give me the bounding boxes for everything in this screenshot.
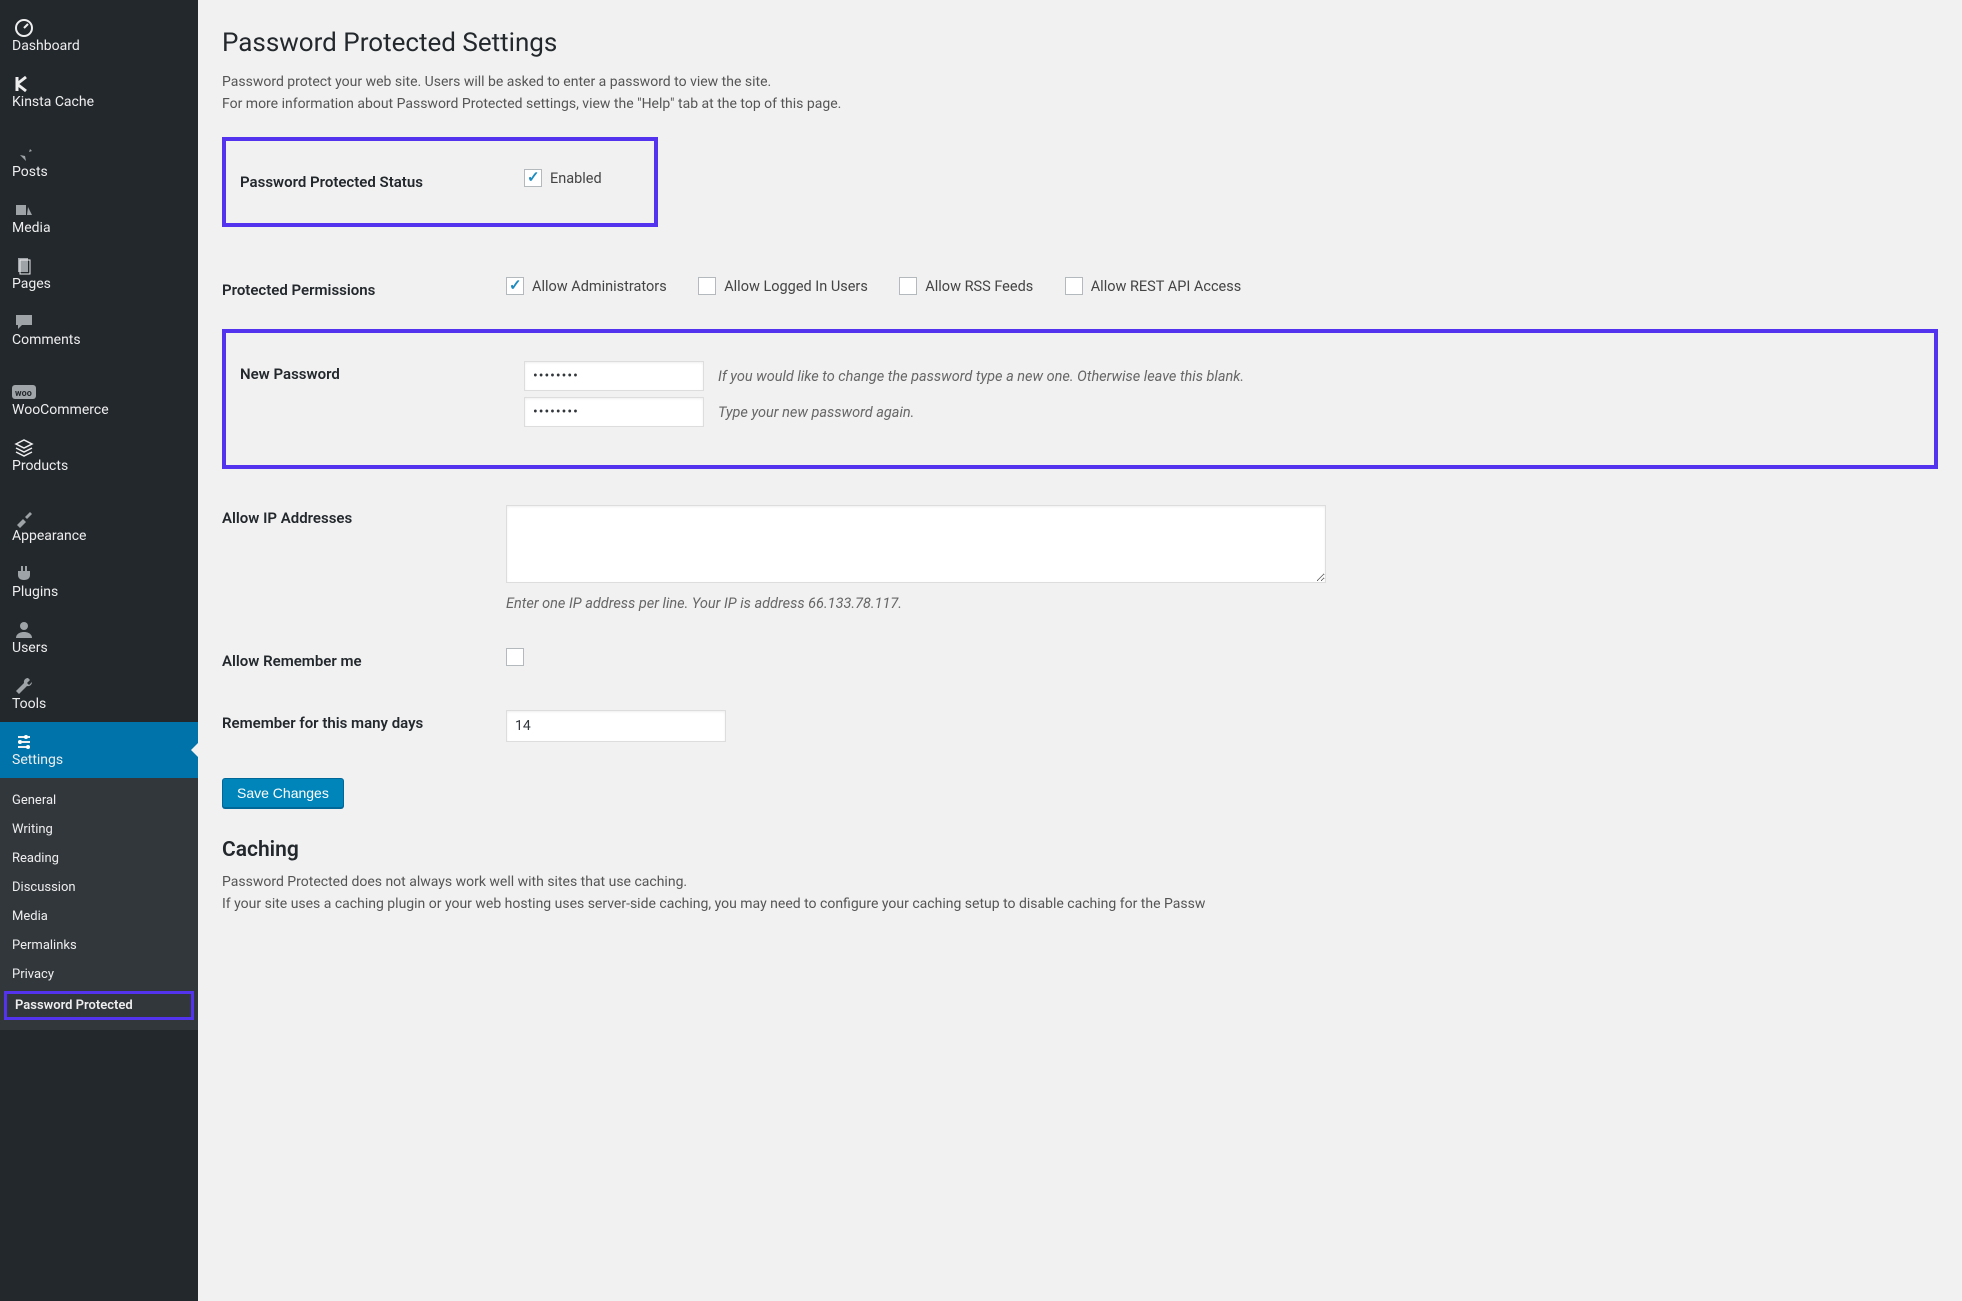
kinsta-icon <box>12 74 36 94</box>
status-enabled-checkbox[interactable] <box>524 169 542 187</box>
sidebar-item-label: Pages <box>12 276 51 292</box>
sidebar-item-comments[interactable]: Comments <box>0 302 198 358</box>
submenu-permalinks[interactable]: Permalinks <box>0 931 198 960</box>
sidebar-item-kinsta-cache[interactable]: Kinsta Cache <box>0 64 198 120</box>
sidebar-item-tools[interactable]: Tools <box>0 666 198 722</box>
sidebar-item-label: Plugins <box>12 584 58 600</box>
perm-rss-text: Allow RSS Feeds <box>925 278 1033 295</box>
caching-heading: Caching <box>222 838 1938 862</box>
perm-rest[interactable]: Allow REST API Access <box>1065 277 1241 295</box>
status-enabled-label[interactable]: Enabled <box>524 169 602 187</box>
allow-ip-hint: Enter one IP address per line. Your IP i… <box>506 595 1928 612</box>
submenu-privacy[interactable]: Privacy <box>0 960 198 989</box>
perm-loggedin-text: Allow Logged In Users <box>724 278 868 295</box>
status-label: Password Protected Status <box>240 151 514 213</box>
sidebar-item-label: Users <box>12 640 48 656</box>
main-content: Password Protected Settings Password pro… <box>198 0 1962 1301</box>
perm-loggedin-checkbox[interactable] <box>698 277 716 295</box>
media-icon <box>12 200 36 220</box>
perm-rest-checkbox[interactable] <box>1065 277 1083 295</box>
allow-ip-textarea[interactable] <box>506 505 1326 583</box>
plugins-icon <box>12 564 36 584</box>
svg-text:woo: woo <box>15 389 32 399</box>
sidebar-item-plugins[interactable]: Plugins <box>0 554 198 610</box>
products-icon <box>12 438 36 458</box>
sidebar-item-label: Appearance <box>12 528 86 544</box>
sidebar-item-label: Settings <box>12 752 63 768</box>
perm-admins-text: Allow Administrators <box>532 278 667 295</box>
sidebar-item-label: Comments <box>12 332 81 348</box>
submenu-general[interactable]: General <box>0 786 198 815</box>
sidebar-item-dashboard[interactable]: Dashboard <box>0 8 198 64</box>
submenu-reading[interactable]: Reading <box>0 844 198 873</box>
sidebar-item-media[interactable]: Media <box>0 190 198 246</box>
remember-days-label: Remember for this many days <box>222 692 496 760</box>
sidebar-item-posts[interactable]: Posts <box>0 134 198 190</box>
woo-icon: woo <box>12 382 36 402</box>
sidebar-item-label: Tools <box>12 696 46 712</box>
new-password-hint-2: Type your new password again. <box>718 404 914 421</box>
perm-rss-checkbox[interactable] <box>899 277 917 295</box>
pages-icon <box>12 256 36 276</box>
save-changes-button[interactable]: Save Changes <box>222 778 344 808</box>
new-password-hint-1: If you would like to change the password… <box>718 368 1244 385</box>
sidebar-item-products[interactable]: Products <box>0 428 198 484</box>
new-password-input-2[interactable] <box>524 397 704 427</box>
sidebar-item-label: Kinsta Cache <box>12 94 94 110</box>
sidebar-item-label: Products <box>12 458 68 474</box>
pin-icon <box>12 144 36 164</box>
new-password-input-1[interactable] <box>524 361 704 391</box>
perm-loggedin[interactable]: Allow Logged In Users <box>698 277 868 295</box>
users-icon <box>12 620 36 640</box>
perm-admins[interactable]: Allow Administrators <box>506 277 667 295</box>
appearance-icon <box>12 508 36 528</box>
sidebar-item-label: Dashboard <box>12 38 80 54</box>
sidebar-item-label: Posts <box>12 164 48 180</box>
dashboard-icon <box>12 18 36 38</box>
comment-icon <box>12 312 36 332</box>
page-description-2: For more information about Password Prot… <box>222 94 1938 116</box>
sidebar-item-label: WooCommerce <box>12 402 109 418</box>
perm-rest-text: Allow REST API Access <box>1091 278 1241 295</box>
submenu-password-protected[interactable]: Password Protected <box>4 991 194 1020</box>
sidebar-item-pages[interactable]: Pages <box>0 246 198 302</box>
sidebar-item-woocommerce[interactable]: woo WooCommerce <box>0 372 198 428</box>
remember-me-checkbox[interactable] <box>506 648 524 666</box>
status-enabled-text: Enabled <box>550 170 602 187</box>
remember-me-label: Allow Remember me <box>222 630 496 692</box>
tools-icon <box>12 676 36 696</box>
permissions-label: Protected Permissions <box>222 259 496 321</box>
admin-sidebar: Dashboard Kinsta Cache Posts Media Pages… <box>0 0 198 1301</box>
sidebar-item-settings[interactable]: Settings <box>0 722 198 778</box>
sidebar-item-appearance[interactable]: Appearance <box>0 498 198 554</box>
perm-rss[interactable]: Allow RSS Feeds <box>899 277 1033 295</box>
settings-submenu: General Writing Reading Discussion Media… <box>0 778 198 1030</box>
remember-days-input[interactable] <box>506 710 726 742</box>
submenu-writing[interactable]: Writing <box>0 815 198 844</box>
sidebar-item-users[interactable]: Users <box>0 610 198 666</box>
allow-ip-label: Allow IP Addresses <box>222 487 496 630</box>
perm-admins-checkbox[interactable] <box>506 277 524 295</box>
page-description-1: Password protect your web site. Users wi… <box>222 72 1938 94</box>
caching-line-2: If your site uses a caching plugin or yo… <box>222 894 1938 916</box>
new-password-label: New Password <box>240 343 514 451</box>
page-title: Password Protected Settings <box>222 28 1938 58</box>
submenu-media[interactable]: Media <box>0 902 198 931</box>
settings-icon <box>12 732 36 752</box>
caching-line-1: Password Protected does not always work … <box>222 872 1938 894</box>
submenu-discussion[interactable]: Discussion <box>0 873 198 902</box>
sidebar-item-label: Media <box>12 220 51 236</box>
